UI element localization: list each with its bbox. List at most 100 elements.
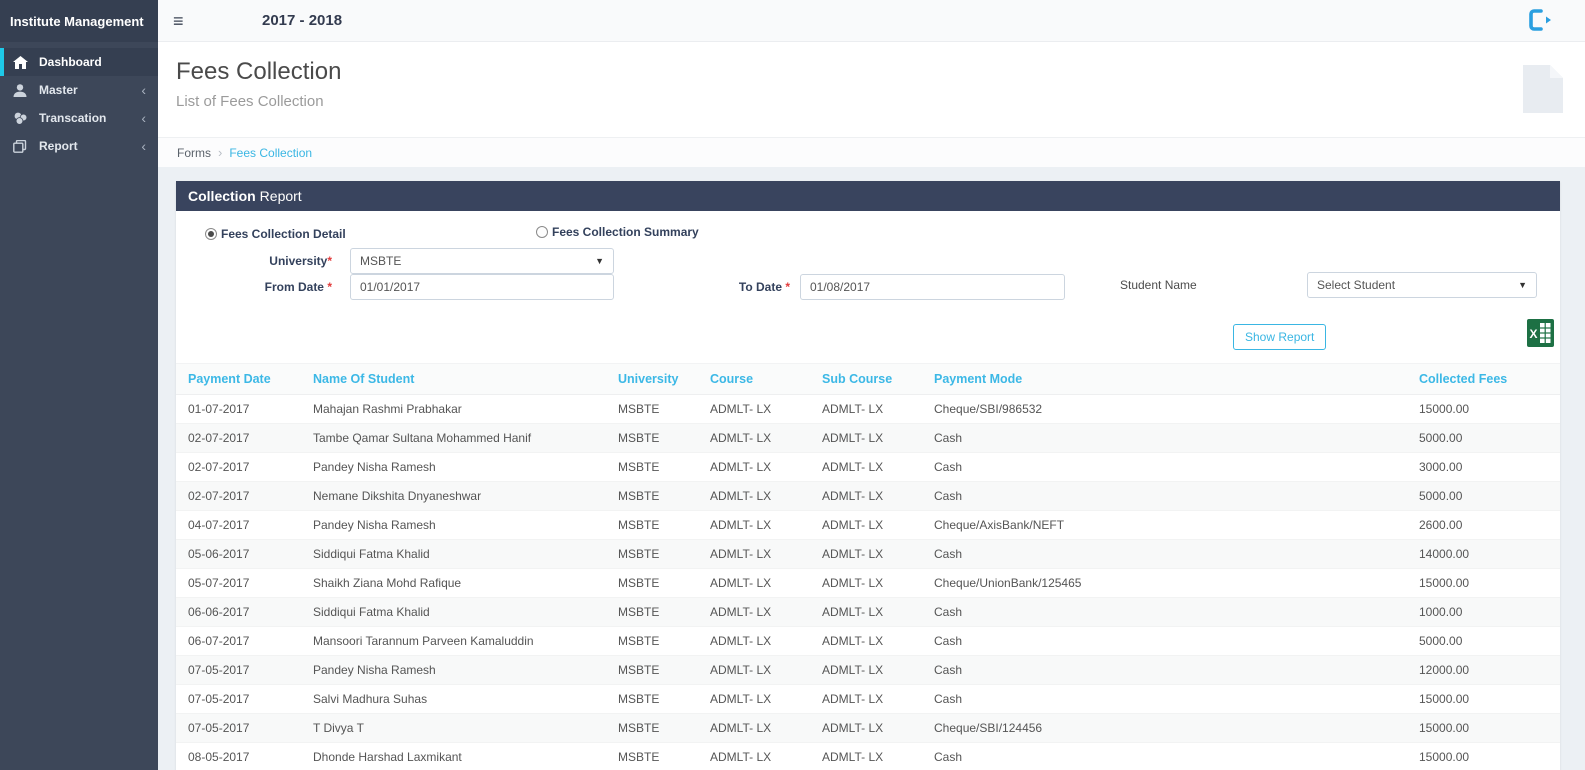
sidebar-item-master[interactable]: Master ‹: [0, 76, 158, 104]
cell-university: MSBTE: [606, 539, 698, 569]
cell-course: ADMLT- LX: [698, 568, 810, 598]
excel-export-icon[interactable]: X: [1527, 319, 1554, 350]
col-payment-mode[interactable]: Payment Mode: [922, 363, 1407, 395]
cell-payment-mode: Cheque/AxisBank/NEFT: [922, 510, 1407, 540]
table-row[interactable]: 02-07-2017 Pandey Nisha Ramesh MSBTE ADM…: [176, 452, 1560, 482]
table-row[interactable]: 06-07-2017 Mansoori Tarannum Parveen Kam…: [176, 626, 1560, 656]
cell-sub-course: ADMLT- LX: [810, 655, 922, 685]
sidebar-nav: Dashboard Master ‹ Transcation ‹ Report …: [0, 48, 158, 160]
cell-payment-mode: Cheque/UnionBank/125465: [922, 568, 1407, 598]
show-report-button[interactable]: Show Report: [1233, 324, 1327, 350]
svg-text:X: X: [1530, 327, 1538, 341]
cell-payment-date: 02-07-2017: [176, 481, 301, 511]
table-row[interactable]: 05-06-2017 Siddiqui Fatma Khalid MSBTE A…: [176, 539, 1560, 569]
col-university[interactable]: University: [606, 363, 698, 395]
university-select[interactable]: MSBTE ▼: [350, 248, 614, 274]
radio-fees-collection-detail[interactable]: Fees Collection Detail: [205, 227, 346, 241]
sidebar-item-label: Dashboard: [39, 55, 102, 69]
report-filter-form: Fees Collection Detail Fees Collection S…: [176, 211, 1560, 363]
table-header-row: Payment Date Name Of Student University …: [176, 363, 1560, 395]
cell-name-of-student: Nemane Dikshita Dnyaneshwar: [301, 481, 606, 511]
content-area: Collection Report Fees Collection Detail…: [158, 167, 1585, 770]
cell-course: ADMLT- LX: [698, 394, 810, 424]
cell-course: ADMLT- LX: [698, 742, 810, 770]
cell-payment-date: 05-06-2017: [176, 539, 301, 569]
coins-icon: [13, 111, 29, 125]
cell-payment-mode: Cash: [922, 742, 1407, 770]
chevron-down-icon: ▼: [1518, 280, 1527, 290]
breadcrumb-current[interactable]: Fees Collection: [229, 146, 312, 160]
cell-collected-fees: 1000.00: [1407, 597, 1560, 627]
from-date-value: 01/01/2017: [360, 280, 421, 294]
table-row[interactable]: 07-05-2017 Salvi Madhura Suhas MSBTE ADM…: [176, 684, 1560, 714]
cell-course: ADMLT- LX: [698, 626, 810, 656]
table-row[interactable]: 08-05-2017 Dhonde Harshad Laxmikant MSBT…: [176, 742, 1560, 770]
radio-label: Fees Collection Summary: [552, 225, 699, 239]
to-date-input[interactable]: 01/08/2017: [800, 274, 1065, 300]
col-payment-date[interactable]: Payment Date: [176, 363, 301, 395]
student-name-select[interactable]: Select Student ▼: [1307, 272, 1537, 298]
cell-sub-course: ADMLT- LX: [810, 684, 922, 714]
cell-collected-fees: 5000.00: [1407, 626, 1560, 656]
cell-course: ADMLT- LX: [698, 597, 810, 627]
from-date-input[interactable]: 01/01/2017: [350, 274, 614, 300]
radio-fees-collection-summary[interactable]: Fees Collection Summary: [536, 225, 699, 239]
radio-icon[interactable]: [536, 226, 548, 238]
cell-university: MSBTE: [606, 510, 698, 540]
table-row[interactable]: 01-07-2017 Mahajan Rashmi Prabhakar MSBT…: [176, 394, 1560, 424]
table-row[interactable]: 05-07-2017 Shaikh Ziana Mohd Rafique MSB…: [176, 568, 1560, 598]
home-icon: [13, 55, 29, 69]
breadcrumb-root[interactable]: Forms: [177, 146, 211, 160]
sidebar-item-dashboard[interactable]: Dashboard: [0, 48, 158, 76]
cell-course: ADMLT- LX: [698, 539, 810, 569]
table-row[interactable]: 07-05-2017 T Divya T MSBTE ADMLT- LX ADM…: [176, 713, 1560, 743]
pages-icon: [13, 139, 29, 153]
app-window: Institute Management Dashboard Master ‹: [0, 0, 1585, 770]
cell-sub-course: ADMLT- LX: [810, 510, 922, 540]
cell-sub-course: ADMLT- LX: [810, 597, 922, 627]
col-sub-course[interactable]: Sub Course: [810, 363, 922, 395]
panel-title-bold: Collection: [188, 188, 256, 204]
cell-payment-date: 07-05-2017: [176, 655, 301, 685]
table-row[interactable]: 02-07-2017 Tambe Qamar Sultana Mohammed …: [176, 423, 1560, 453]
topbar: ≡ 2017 - 2018: [158, 0, 1585, 42]
cell-payment-date: 05-07-2017: [176, 568, 301, 598]
cell-university: MSBTE: [606, 713, 698, 743]
cell-collected-fees: 15000.00: [1407, 742, 1560, 770]
cell-university: MSBTE: [606, 481, 698, 511]
table-row[interactable]: 07-05-2017 Pandey Nisha Ramesh MSBTE ADM…: [176, 655, 1560, 685]
cell-course: ADMLT- LX: [698, 510, 810, 540]
cell-payment-date: 06-07-2017: [176, 626, 301, 656]
main-area: ≡ 2017 - 2018 Fees Collection List of Fe…: [158, 0, 1585, 770]
chevron-left-icon: ‹: [141, 82, 146, 98]
cell-payment-mode: Cash: [922, 655, 1407, 685]
col-course[interactable]: Course: [698, 363, 810, 395]
cell-payment-date: 07-05-2017: [176, 713, 301, 743]
col-collected-fees[interactable]: Collected Fees: [1407, 363, 1560, 395]
cell-payment-date: 06-06-2017: [176, 597, 301, 627]
cell-payment-date: 01-07-2017: [176, 394, 301, 424]
cell-university: MSBTE: [606, 626, 698, 656]
table-row[interactable]: 02-07-2017 Nemane Dikshita Dnyaneshwar M…: [176, 481, 1560, 511]
radio-icon[interactable]: [205, 228, 217, 240]
sidebar-item-transcation[interactable]: Transcation ‹: [0, 104, 158, 132]
from-date-label: From Date *: [264, 280, 332, 294]
cell-collected-fees: 15000.00: [1407, 713, 1560, 743]
cell-payment-mode: Cheque/SBI/124456: [922, 713, 1407, 743]
document-watermark-icon: [1523, 65, 1563, 118]
col-name-of-student[interactable]: Name Of Student: [301, 363, 606, 395]
table-row[interactable]: 04-07-2017 Pandey Nisha Ramesh MSBTE ADM…: [176, 510, 1560, 540]
cell-university: MSBTE: [606, 423, 698, 453]
cell-payment-mode: Cash: [922, 684, 1407, 714]
sidebar-item-report[interactable]: Report ‹: [0, 132, 158, 160]
cell-collected-fees: 5000.00: [1407, 423, 1560, 453]
cell-name-of-student: Pandey Nisha Ramesh: [301, 655, 606, 685]
hamburger-menu-icon[interactable]: ≡: [173, 12, 184, 30]
table-row[interactable]: 06-06-2017 Siddiqui Fatma Khalid MSBTE A…: [176, 597, 1560, 627]
cell-payment-mode: Cash: [922, 423, 1407, 453]
panel-header: Collection Report: [176, 181, 1560, 211]
sign-out-icon[interactable]: [1529, 9, 1552, 36]
cell-sub-course: ADMLT- LX: [810, 713, 922, 743]
cell-course: ADMLT- LX: [698, 655, 810, 685]
cell-name-of-student: Siddiqui Fatma Khalid: [301, 597, 606, 627]
